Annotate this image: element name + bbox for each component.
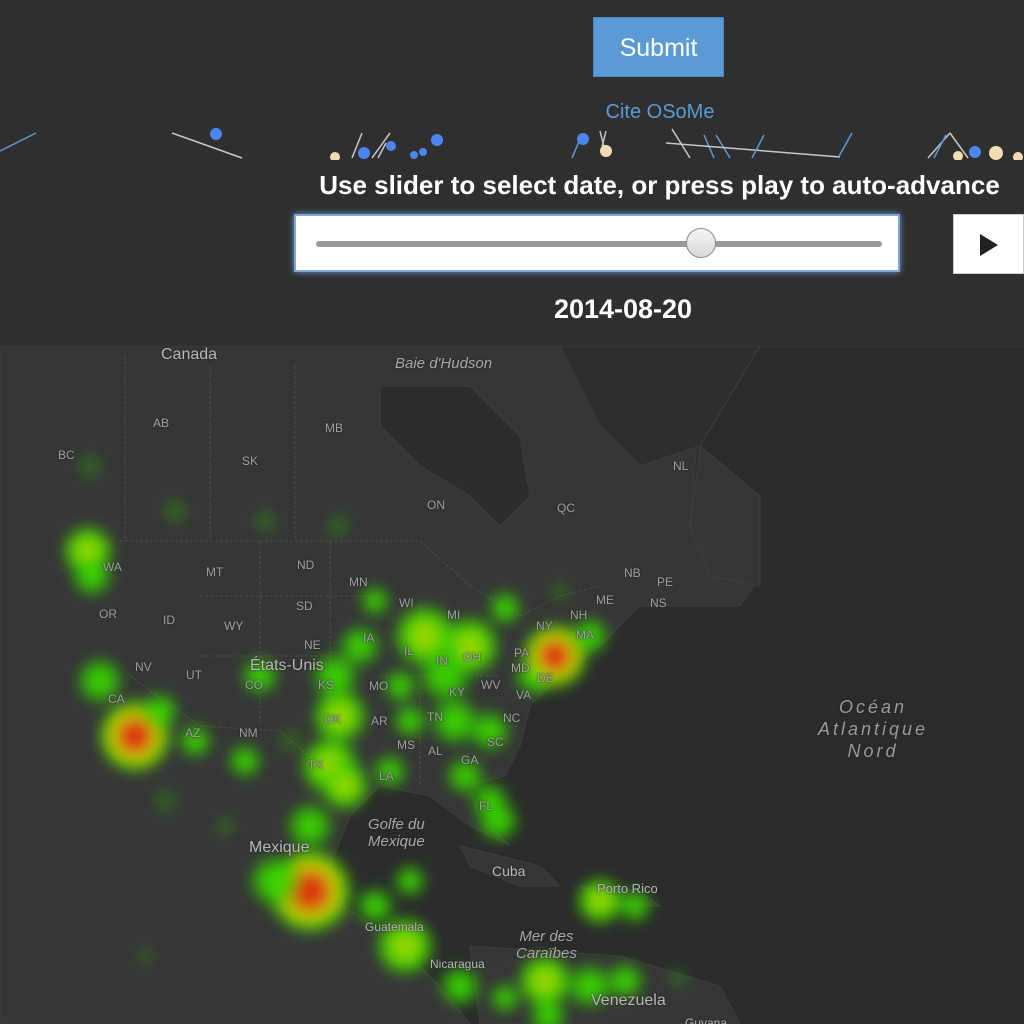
map-label-region-nd: ND <box>297 558 315 572</box>
map-label-region-nv: NV <box>135 660 152 674</box>
map-label-region-wa: WA <box>103 560 122 574</box>
map-label-region-ar: AR <box>371 714 388 728</box>
map-label-nicaragua: Nicaragua <box>430 957 485 971</box>
map-label-region-wy: WY <box>224 619 244 633</box>
atlantic-line1: Océan <box>839 697 908 717</box>
map-label-region-ok: OK <box>324 712 342 726</box>
play-icon <box>980 234 998 256</box>
map-label-usa: États-Unis <box>250 657 324 674</box>
map-label-region-ns: NS <box>650 596 667 610</box>
map-label-region-va: VA <box>516 688 532 702</box>
map-label-region-ms: MS <box>397 738 415 752</box>
map-label-region-mb: MB <box>325 421 343 435</box>
gulf-line2: Mexique <box>368 833 425 850</box>
network-visualization-strip <box>0 128 1023 160</box>
map-label-region-mt: MT <box>206 565 224 579</box>
map-label-region-mi: MI <box>447 608 461 622</box>
play-button[interactable] <box>953 214 1024 274</box>
map-label-region-ny: NY <box>536 619 553 633</box>
map-label-cuba: Cuba <box>492 863 526 879</box>
map-label-region-ia: IA <box>363 631 375 645</box>
map-label-guyana: Guyana <box>685 1016 728 1024</box>
map-label-region-on: ON <box>427 498 445 512</box>
map-label-region-nc: NC <box>503 711 521 725</box>
map-label-region-fl: FL <box>479 799 494 813</box>
heatmap-map[interactable]: Canada Baie d'Hudson États-Unis Mexique … <box>0 346 1024 1024</box>
control-panel: Submit Cite OSoMe Use slider to select d… <box>0 0 1024 346</box>
carib-line2: Caraïbes <box>516 945 577 962</box>
map-label-region-ma: MA <box>576 628 594 642</box>
slider-instructions: Use slider to select date, or press play… <box>319 170 1000 200</box>
carib-line1: Mer des <box>519 928 574 945</box>
map-label-region-or: OR <box>99 607 117 621</box>
submit-button[interactable]: Submit <box>593 17 724 77</box>
map-label-region-pe: PE <box>657 575 674 589</box>
map-label-canada: Canada <box>161 346 218 363</box>
map-canvas <box>0 346 1024 1024</box>
app-root: Submit Cite OSoMe Use slider to select d… <box>0 0 1024 1024</box>
map-label-region-me: ME <box>596 593 614 607</box>
map-label-region-ga: GA <box>461 753 479 767</box>
map-label-region-de: DE <box>537 671 554 685</box>
map-label-region-la: LA <box>379 769 394 783</box>
map-label-region-id: ID <box>163 613 175 627</box>
map-label-region-ca: CA <box>108 692 125 706</box>
date-slider[interactable] <box>294 214 900 272</box>
map-label-region-nl: NL <box>673 459 689 473</box>
map-label-region-md: MD <box>511 661 530 675</box>
map-label-region-wi: WI <box>399 596 414 610</box>
map-label-venezuela: Venezuela <box>591 992 666 1009</box>
map-label-mexico: Mexique <box>249 839 310 856</box>
map-label-region-sc: SC <box>487 735 504 749</box>
map-label-region-ks: KS <box>318 678 335 692</box>
map-label-caribbean-sea: Mer des Caraïbes <box>516 928 577 962</box>
map-label-puerto-rico: Porto Rico <box>597 881 658 896</box>
map-label-region-ne: NE <box>304 638 321 652</box>
map-label-gulf-of-mexico: Golfe du Mexique <box>368 816 425 850</box>
map-label-region-in: IN <box>436 654 448 668</box>
map-label-region-nm: NM <box>239 726 258 740</box>
map-label-region-ky: KY <box>449 685 466 699</box>
map-label-region-nb: NB <box>624 566 641 580</box>
map-label-region-mn: MN <box>349 575 368 589</box>
map-label-region-sk: SK <box>242 454 259 468</box>
map-label-region-az: AZ <box>185 726 201 740</box>
map-label-region-bc: BC <box>58 448 75 462</box>
selected-date: 2014-08-20 <box>553 294 693 324</box>
map-label-region-tx: TX <box>308 758 324 772</box>
slider-thumb[interactable] <box>685 228 716 258</box>
gulf-line1: Golfe du <box>368 816 425 833</box>
map-label-region-ab: AB <box>153 416 170 430</box>
map-label-hudson-bay: Baie d'Hudson <box>395 355 493 372</box>
map-label-region-oh: OH <box>463 650 481 664</box>
atlantic-line3: Nord <box>847 741 899 761</box>
map-label-region-pa: PA <box>514 646 530 660</box>
map-label-region-mo: MO <box>369 679 389 693</box>
map-label-region-al: AL <box>428 744 443 758</box>
map-label-region-sd: SD <box>296 599 313 613</box>
slider-track[interactable] <box>316 241 882 247</box>
atlantic-line2: Atlantique <box>818 719 929 739</box>
map-label-region-ut: UT <box>186 668 202 682</box>
cite-link[interactable]: Cite OSoMe <box>595 101 725 124</box>
map-label-atlantic-ocean: Océan Atlantique Nord <box>818 696 928 762</box>
map-label-guatemala: Guatemala <box>365 920 424 934</box>
map-label-region-co: CO <box>245 678 263 692</box>
map-label-region-tn: TN <box>427 710 443 724</box>
map-label-region-il: IL <box>404 644 415 658</box>
map-label-region-nh: NH <box>570 608 588 622</box>
map-label-region-qc: QC <box>557 501 575 515</box>
map-label-region-wv: WV <box>481 678 501 692</box>
